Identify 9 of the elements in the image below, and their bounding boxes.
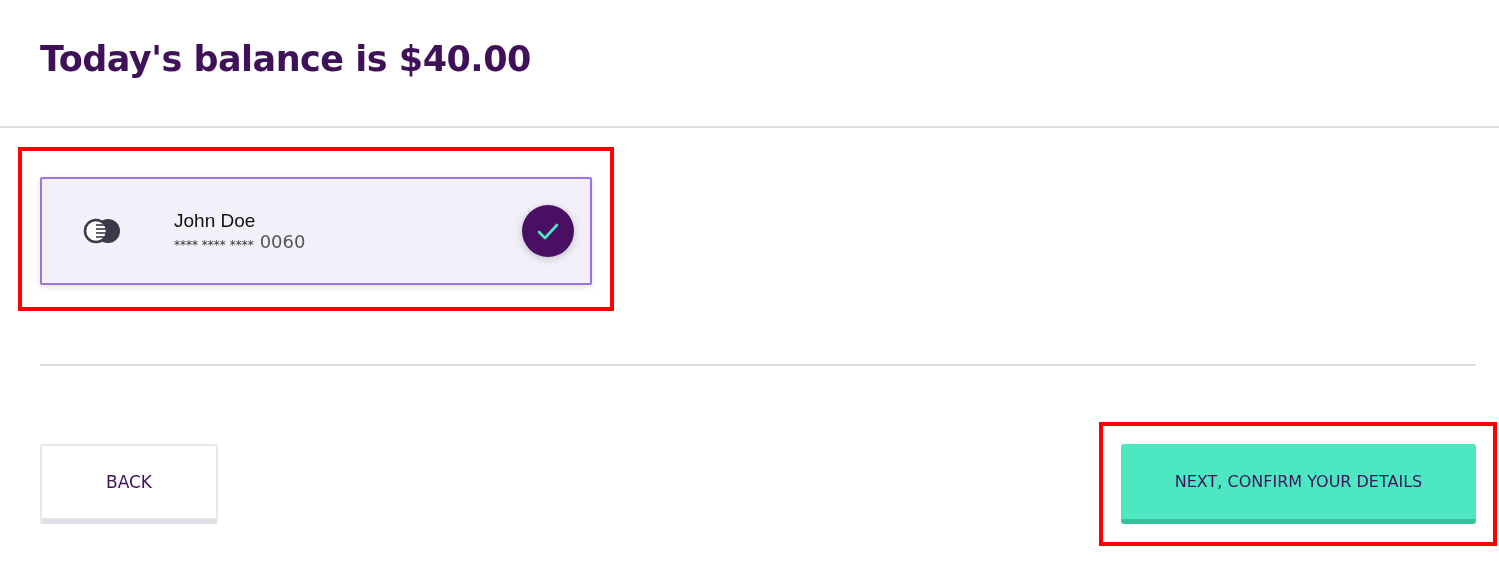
cardholder-name: John Doe	[174, 210, 257, 232]
back-button[interactable]: BACK	[40, 444, 218, 524]
checkmark-icon	[522, 205, 574, 257]
masked-card-number: **** **** ****	[174, 238, 254, 252]
next-button[interactable]: NEXT, CONFIRM YOUR DETAILS	[1121, 444, 1476, 524]
overlapping-circles-icon	[82, 218, 122, 244]
card-last-digits: 0060	[259, 232, 306, 252]
payment-card[interactable]: John Doe **** **** **** 0060	[40, 177, 592, 285]
page-heading: Today's balance is $40.00	[40, 39, 531, 81]
